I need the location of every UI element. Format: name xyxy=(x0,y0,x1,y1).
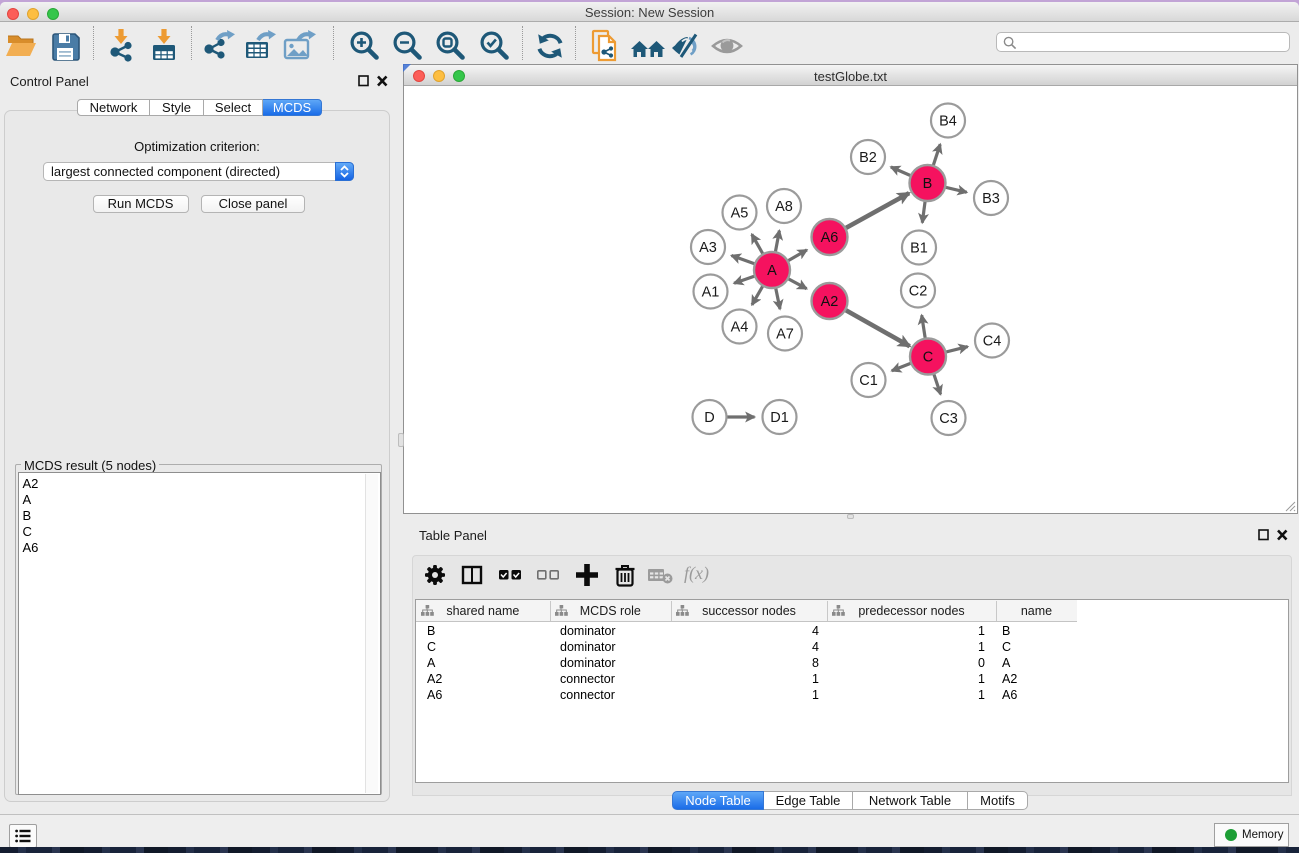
svg-text:C: C xyxy=(923,350,933,366)
svg-text:B2: B2 xyxy=(859,150,877,166)
svg-text:C3: C3 xyxy=(939,411,958,427)
svg-text:A8: A8 xyxy=(775,199,793,215)
svg-text:A3: A3 xyxy=(699,240,717,256)
svg-text:C4: C4 xyxy=(983,334,1002,350)
svg-text:B: B xyxy=(923,176,933,192)
svg-text:A1: A1 xyxy=(702,285,720,301)
svg-text:A6: A6 xyxy=(821,230,839,246)
svg-text:A2: A2 xyxy=(821,294,839,310)
svg-text:D: D xyxy=(704,410,714,426)
svg-text:B1: B1 xyxy=(910,241,928,257)
svg-text:C2: C2 xyxy=(909,284,928,300)
svg-text:A: A xyxy=(767,263,777,279)
svg-text:A5: A5 xyxy=(731,206,749,222)
svg-text:B3: B3 xyxy=(982,191,1000,207)
svg-text:D1: D1 xyxy=(770,410,789,426)
svg-text:A4: A4 xyxy=(731,320,749,336)
svg-text:A7: A7 xyxy=(776,327,794,343)
svg-text:C1: C1 xyxy=(859,373,878,389)
svg-text:B4: B4 xyxy=(939,114,957,130)
